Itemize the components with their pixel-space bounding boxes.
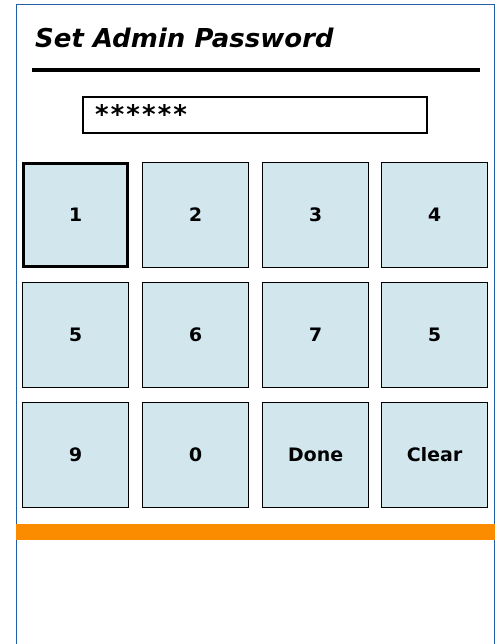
key-1-button[interactable]: 1 [22, 162, 129, 268]
password-field[interactable]: ****** [82, 96, 428, 134]
page-title: Set Admin Password [35, 24, 334, 54]
key-9-button[interactable]: 9 [22, 402, 129, 508]
key-7-button[interactable]: 7 [262, 282, 369, 388]
clear-button[interactable]: Clear [381, 402, 488, 508]
key-3-button[interactable]: 3 [262, 162, 369, 268]
key-6-button[interactable]: 6 [142, 282, 249, 388]
accent-bar [16, 524, 495, 540]
key-5-button[interactable]: 5 [22, 282, 129, 388]
key-2-button[interactable]: 2 [142, 162, 249, 268]
key-4-button[interactable]: 4 [381, 162, 488, 268]
numeric-keypad: 1 2 3 4 5 6 7 5 9 0 Done Clear [22, 162, 490, 508]
key-0-button[interactable]: 0 [142, 402, 249, 508]
done-button[interactable]: Done [262, 402, 369, 508]
title-divider [32, 68, 480, 72]
key-8-button[interactable]: 5 [381, 282, 488, 388]
